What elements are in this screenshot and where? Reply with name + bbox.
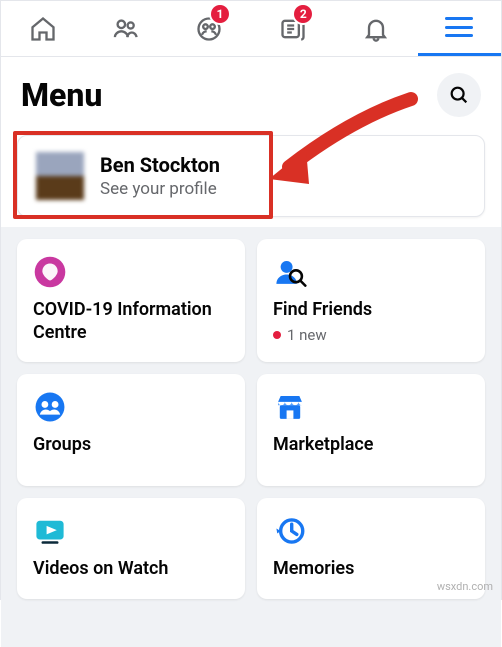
tile-label: Find Friends (273, 299, 469, 322)
news-badge: 2 (294, 5, 312, 23)
tile-groups[interactable]: Groups (17, 374, 245, 486)
profile-card[interactable]: Ben Stockton See your profile (17, 135, 485, 217)
page-title: Menu (21, 76, 102, 114)
new-dot-icon (273, 331, 281, 339)
search-button[interactable] (437, 73, 481, 117)
profile-name: Ben Stockton (100, 153, 220, 177)
tile-label: Groups (33, 434, 229, 457)
tile-find-friends[interactable]: Find Friends 1 new (257, 239, 485, 362)
nav-groups[interactable]: 1 (168, 1, 251, 56)
nav-friends[interactable] (84, 1, 167, 56)
watch-icon (33, 514, 67, 548)
tile-label: COVID-19 Information Centre (33, 299, 229, 344)
home-icon (29, 15, 57, 43)
menu-grid-area: COVID-19 Information Centre Find Friends… (1, 227, 501, 647)
tile-label: Videos on Watch (33, 558, 229, 581)
find-friends-icon (273, 255, 307, 289)
avatar (36, 152, 84, 200)
marketplace-icon (273, 390, 307, 424)
profile-text: Ben Stockton See your profile (100, 153, 220, 199)
nav-news[interactable]: 2 (251, 1, 334, 56)
memories-icon (273, 514, 307, 548)
nav-notifications[interactable] (334, 1, 417, 56)
search-icon (448, 84, 470, 106)
tile-covid[interactable]: COVID-19 Information Centre (17, 239, 245, 362)
watermark: wsxdn.com (437, 580, 493, 593)
groups-icon (33, 390, 67, 424)
nav-home[interactable] (1, 1, 84, 56)
top-navbar: 1 2 (1, 1, 501, 57)
tile-label: Marketplace (273, 434, 469, 457)
bell-icon (362, 15, 390, 43)
profile-subtitle: See your profile (100, 179, 220, 199)
hamburger-icon (445, 17, 473, 37)
groups-badge: 1 (211, 5, 229, 23)
tile-marketplace[interactable]: Marketplace (257, 374, 485, 486)
tile-label: Memories (273, 558, 469, 581)
menu-header: Menu (1, 57, 501, 129)
nav-menu[interactable] (418, 1, 501, 56)
menu-grid: COVID-19 Information Centre Find Friends… (17, 239, 485, 599)
friends-icon (112, 15, 140, 43)
tile-subtext: 1 new (273, 326, 469, 344)
covid-icon (33, 255, 67, 289)
tile-watch[interactable]: Videos on Watch (17, 498, 245, 599)
